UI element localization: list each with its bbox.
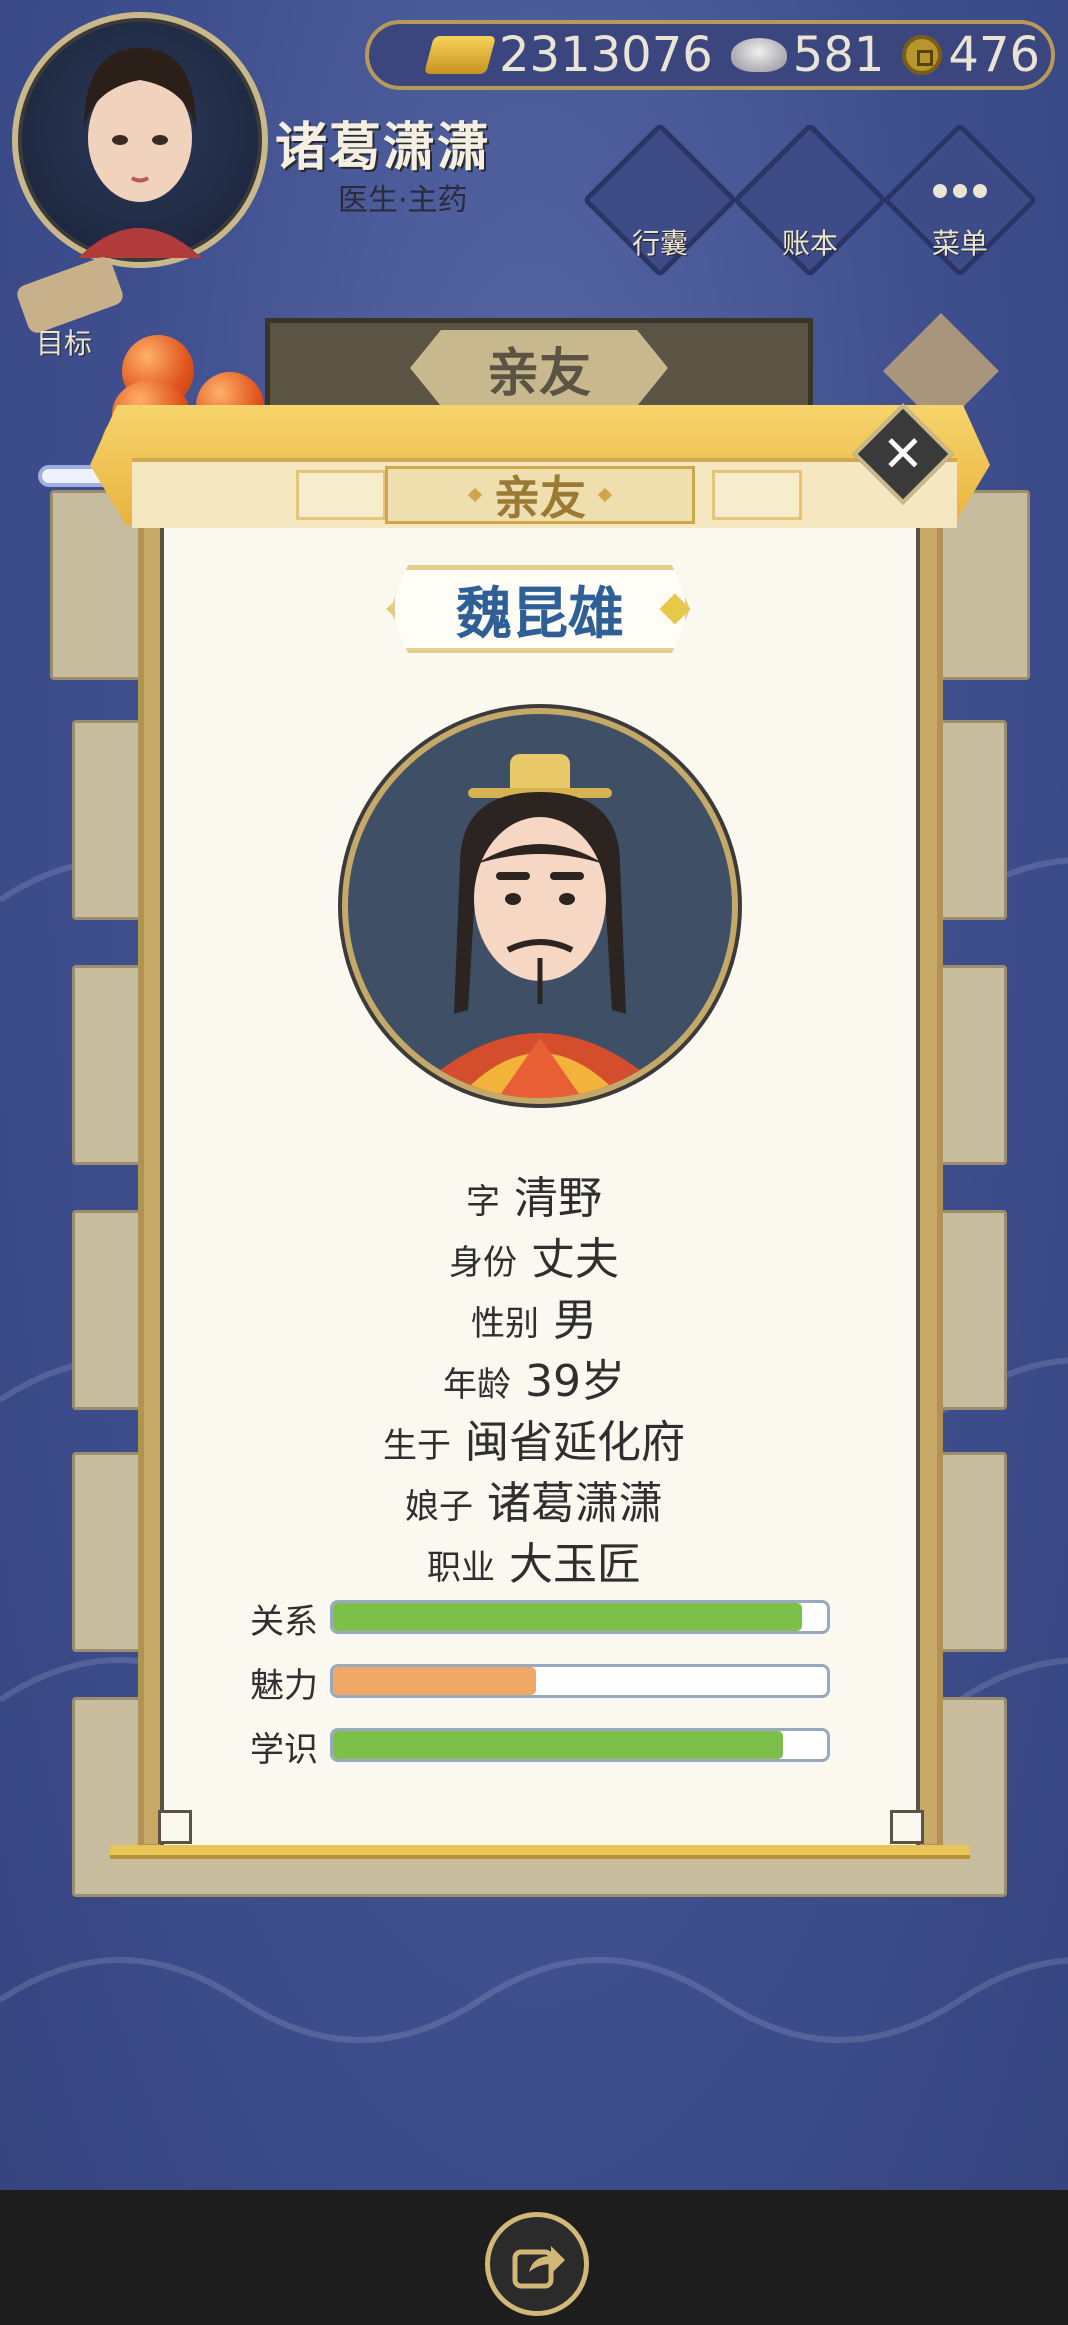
info-value: 39岁: [525, 1356, 625, 1407]
info-key: 生于: [383, 1426, 451, 1466]
more-icon: [933, 184, 993, 204]
info-value: 清野: [514, 1173, 602, 1224]
relation-bar-fill: [333, 1603, 803, 1631]
corner-ornament: [890, 1810, 924, 1844]
diamond-icon: [597, 487, 613, 503]
diamond-icon: [467, 487, 483, 503]
silver-ingot-icon: [730, 38, 787, 72]
menu-label: 菜单: [931, 227, 988, 260]
info-value: 男: [553, 1295, 597, 1346]
relation-bar: [330, 1600, 830, 1634]
player-avatar[interactable]: [12, 12, 268, 268]
man-portrait: [408, 754, 672, 1098]
info-key: 身份: [449, 1243, 517, 1283]
close-icon[interactable]: ✕: [867, 418, 939, 490]
info-key: 字: [466, 1182, 500, 1222]
info-key: 职业: [427, 1548, 495, 1588]
ledger-label: 账本: [781, 227, 838, 260]
player-name: 诸葛潇潇: [275, 118, 492, 178]
currency-bar: 2313076 581 476: [365, 20, 1055, 90]
header-ornament: [712, 470, 802, 520]
bag-label: 行囊: [631, 227, 688, 260]
knowledge-bar-fill: [333, 1731, 783, 1759]
knowledge-bar: [330, 1728, 830, 1762]
background-title: 亲友: [410, 330, 668, 406]
info-value: 大玉匠: [509, 1539, 641, 1590]
dialog-bottom-bar: [110, 1845, 970, 1859]
share-icon: [512, 2246, 565, 2289]
stat-label-charm: 魅力: [250, 1666, 318, 1706]
info-key: 年龄: [443, 1365, 511, 1405]
gold-amount: 2313076: [499, 27, 713, 83]
info-value: 闽省延化府: [465, 1417, 685, 1468]
info-key: 娘子: [405, 1487, 473, 1527]
coin-amount: 476: [948, 27, 1041, 83]
info-row: 性别男: [0, 1284, 1068, 1348]
header-ornament: [296, 470, 386, 520]
gold-ingot-icon: [423, 36, 497, 74]
relative-portrait: [342, 708, 738, 1104]
charm-bar-fill: [333, 1667, 536, 1695]
goal-label: 目标: [36, 327, 93, 360]
copper-coin-icon: [902, 35, 943, 75]
player-title: 医生·主药: [338, 183, 468, 218]
info-row: 年龄 39岁: [0, 1345, 1068, 1409]
player-portrait: [78, 48, 202, 258]
dialog-title: 亲友: [385, 466, 695, 525]
info-row: 字清野: [0, 1162, 1068, 1226]
info-row: 生于 闽省延化府: [0, 1406, 1068, 1470]
silver-amount: 581: [792, 27, 885, 83]
info-key: 性别: [471, 1304, 539, 1344]
info-value: 丈夫: [531, 1234, 619, 1285]
info-value: 诸葛潇潇: [487, 1478, 663, 1529]
info-row: 身份 丈夫: [0, 1223, 1068, 1287]
charm-bar: [330, 1664, 830, 1698]
dialog-title-text: 亲友: [494, 471, 586, 525]
relative-name: 魏昆雄: [390, 565, 690, 653]
info-row: 职业 大玉匠: [0, 1528, 1068, 1592]
info-row: 娘子 诸葛潇潇: [0, 1467, 1068, 1531]
share-button[interactable]: [485, 2212, 589, 2316]
stat-label-relation: 关系: [250, 1602, 318, 1642]
corner-ornament: [158, 1810, 192, 1844]
stat-label-knowledge: 学识: [250, 1730, 318, 1770]
